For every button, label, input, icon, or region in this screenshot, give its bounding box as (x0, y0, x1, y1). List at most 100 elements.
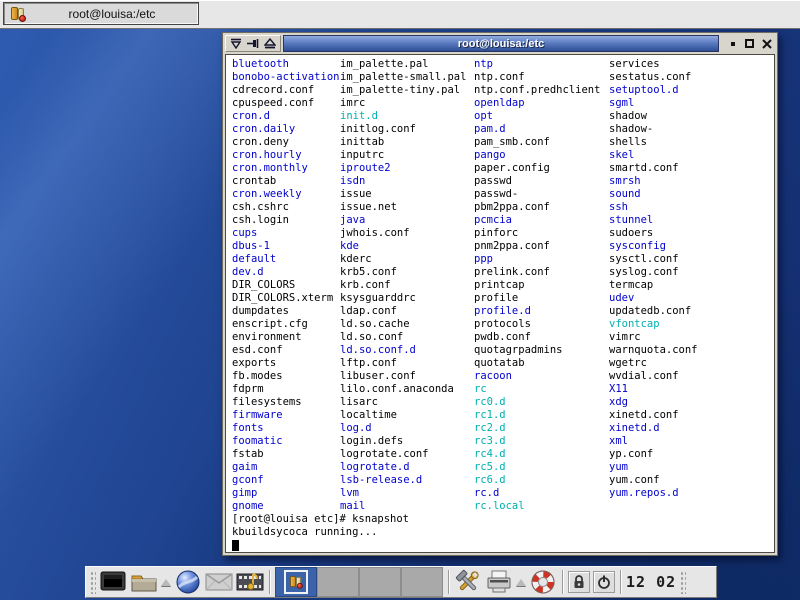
eject-icon[interactable] (264, 38, 276, 49)
file-entry: smrsh (609, 175, 698, 188)
file-entry: fstab (232, 448, 339, 461)
terminal-window: root@louisa:/etc bluetoothbonobo-activat… (222, 32, 778, 556)
web-browser-icon[interactable] (174, 568, 202, 596)
file-entry: java (340, 214, 466, 227)
minimize-button[interactable] (727, 38, 738, 49)
file-entry: sysconfig (609, 240, 698, 253)
help-icon[interactable] (529, 568, 557, 596)
status-line: kbuildsycoca running... (232, 526, 774, 539)
panel-clock[interactable]: 12 02 (626, 573, 676, 591)
file-entry: libuser.conf (340, 370, 466, 383)
file-entry: inittab (340, 136, 466, 149)
pin-icon[interactable] (247, 38, 259, 49)
utilities-icon[interactable] (454, 568, 482, 596)
file-entry: ldap.conf (340, 305, 466, 318)
quicklaunch-arrow-icon[interactable] (161, 579, 171, 586)
file-entry: shadow (609, 110, 698, 123)
file-entry: ld.so.conf.d (340, 344, 466, 357)
bottom-panel: 12 02 (85, 566, 717, 598)
file-entry: issue.net (340, 201, 466, 214)
pager-desktop-3[interactable] (359, 567, 401, 597)
file-entry: shells (609, 136, 698, 149)
file-entry: sestatus.conf (609, 71, 698, 84)
file-entry: ld.so.cache (340, 318, 466, 331)
pager-desktop-4[interactable] (401, 567, 443, 597)
listing-column: servicessestatus.confsetuptool.dsgmlshad… (609, 58, 698, 500)
power-logout-icon[interactable] (593, 571, 615, 593)
file-entry: cups (232, 227, 339, 240)
top-taskbar: root@louisa:/etc (0, 0, 800, 29)
window-titlebar[interactable]: root@louisa:/etc (283, 35, 719, 52)
panel-handle-right[interactable] (679, 570, 686, 594)
file-entry: im_palette-tiny.pal (340, 84, 466, 97)
file-entry: rc6.d (474, 474, 600, 487)
file-entry: bonobo-activation (232, 71, 339, 84)
maximize-button[interactable] (744, 38, 755, 49)
pager-desktop-1[interactable] (275, 567, 317, 597)
file-entry: cdrecord.conf (232, 84, 339, 97)
terminal-cursor (232, 540, 239, 551)
file-entry: esd.conf (232, 344, 339, 357)
home-folder-icon[interactable] (130, 568, 158, 596)
file-entry: pnm2ppa.conf (474, 240, 600, 253)
terminal-app-icon (10, 6, 26, 22)
file-entry: profile (474, 292, 600, 305)
panel-separator (562, 570, 563, 594)
panel-hide-arrow-icon[interactable] (516, 579, 526, 586)
file-entry: inputrc (340, 149, 466, 162)
media-player-icon[interactable] (236, 568, 264, 596)
file-entry: dev.d (232, 266, 339, 279)
taskbar-window-button[interactable]: root@louisa:/etc (3, 2, 199, 25)
file-entry: shadow- (609, 123, 698, 136)
file-entry: xdg (609, 396, 698, 409)
file-entry: ld.so.conf (340, 331, 466, 344)
file-entry: sound (609, 188, 698, 201)
file-entry: exports (232, 357, 339, 370)
file-entry: init.d (340, 110, 466, 123)
close-button[interactable] (761, 38, 772, 49)
file-entry: cpuspeed.conf (232, 97, 339, 110)
file-entry: lisarc (340, 396, 466, 409)
file-entry: ntp (474, 58, 600, 71)
terminal-output[interactable]: bluetoothbonobo-activationcdrecord.confc… (226, 55, 774, 552)
terminal-viewport: bluetoothbonobo-activationcdrecord.confc… (225, 54, 775, 553)
file-listing: bluetoothbonobo-activationcdrecord.confc… (232, 58, 774, 513)
file-entry: cron.hourly (232, 149, 339, 162)
file-entry: lvm (340, 487, 466, 500)
file-entry: DIR_COLORS.xterm (232, 292, 339, 305)
file-entry: vfontcap (609, 318, 698, 331)
file-entry: setuptool.d (609, 84, 698, 97)
panel-handle-left[interactable] (89, 570, 96, 594)
file-entry: profile.d (474, 305, 600, 318)
file-entry: gaim (232, 461, 339, 474)
file-entry: csh.cshrc (232, 201, 339, 214)
file-entry: yum.repos.d (609, 487, 698, 500)
printer-icon[interactable] (485, 568, 513, 596)
terminal-menu-box (225, 35, 281, 52)
panel-separator (620, 570, 621, 594)
file-entry: passwd- (474, 188, 600, 201)
panel-separator (448, 570, 449, 594)
file-entry: im_palette.pal (340, 58, 466, 71)
pager-desktop-2[interactable] (317, 567, 359, 597)
file-entry: pwdb.conf (474, 331, 600, 344)
file-entry: cron.daily (232, 123, 339, 136)
file-entry: gnome (232, 500, 339, 513)
listing-column: ntpntp.confntp.conf.predhclientopenldapo… (474, 58, 600, 513)
file-entry: krb.conf (340, 279, 466, 292)
scroll-toggle-icon[interactable] (230, 38, 242, 49)
file-entry: isdn (340, 175, 466, 188)
file-entry: wvdial.conf (609, 370, 698, 383)
terminal-launcher-icon[interactable] (99, 568, 127, 596)
file-entry: im_palette-small.pal (340, 71, 466, 84)
file-entry: cron.d (232, 110, 339, 123)
file-entry: pinforc (474, 227, 600, 240)
mail-icon[interactable] (205, 568, 233, 596)
file-entry: log.d (340, 422, 466, 435)
file-entry: services (609, 58, 698, 71)
lock-screen-icon[interactable] (568, 571, 590, 593)
file-entry: csh.login (232, 214, 339, 227)
file-entry: skel (609, 149, 698, 162)
file-entry: rc0.d (474, 396, 600, 409)
file-entry: initlog.conf (340, 123, 466, 136)
